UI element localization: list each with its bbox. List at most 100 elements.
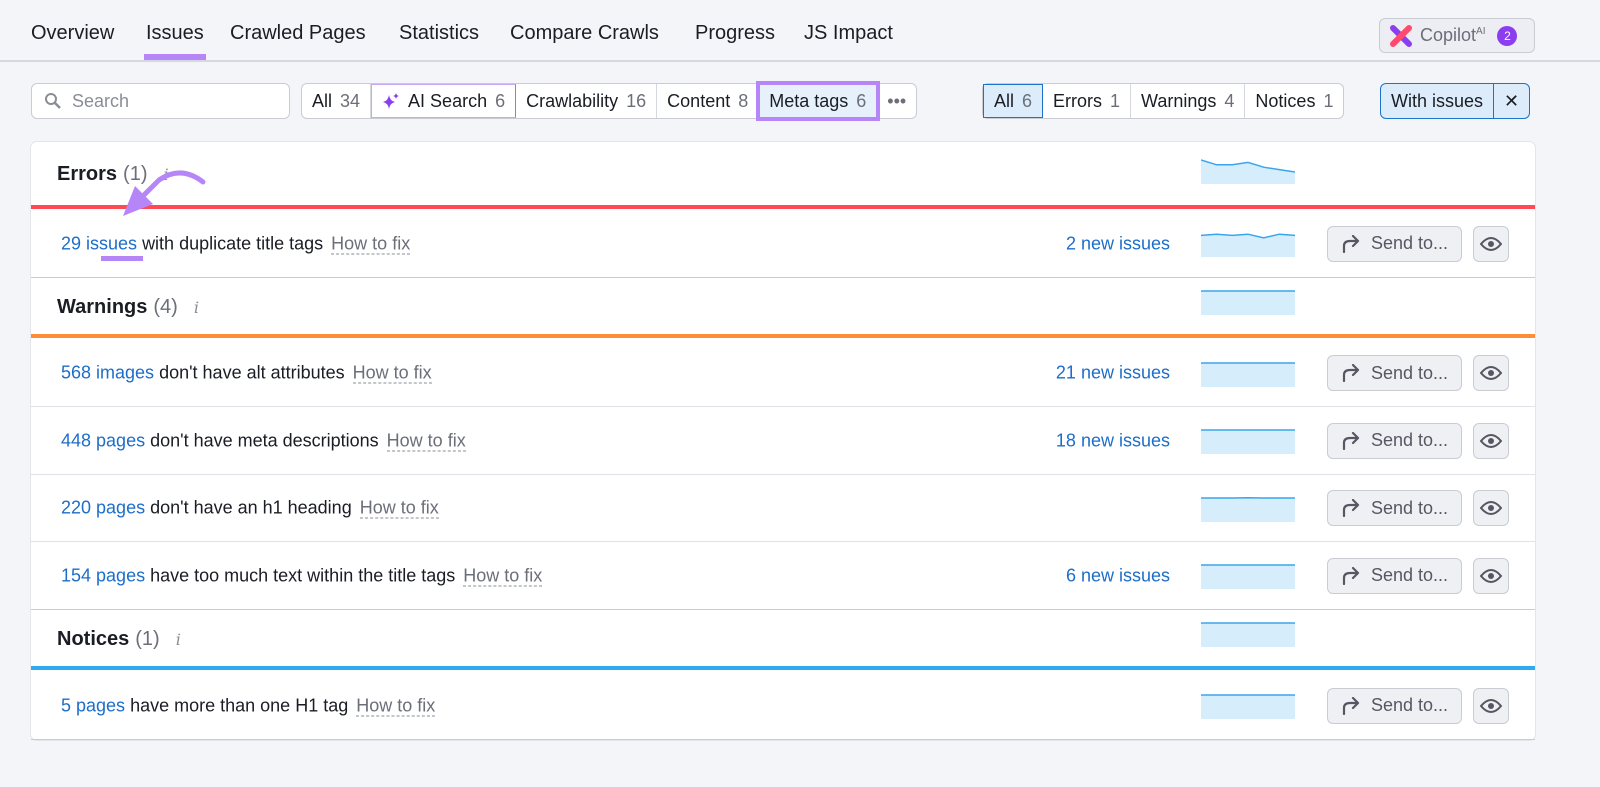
sparkline-area bbox=[1201, 362, 1295, 387]
notices-bar bbox=[31, 666, 1535, 670]
issue-row: 448 pages don't have meta descriptions Ho… bbox=[31, 407, 1535, 475]
warnings-bar bbox=[31, 334, 1535, 338]
issue-description: have too much text within the title tags bbox=[150, 565, 456, 585]
send-to-button[interactable]: Send to... bbox=[1327, 687, 1462, 724]
issue-row: 154 pages have too much text within the … bbox=[31, 542, 1535, 610]
new-issues-link[interactable]: 6 new issues bbox=[1066, 565, 1170, 586]
how-to-fix-link[interactable]: How to fix bbox=[386, 430, 466, 451]
tab-js-impact[interactable]: JS Impact bbox=[804, 22, 893, 45]
issues-card: Errors (1) i Warnings (4) i Notices (1) i 29 i… bbox=[31, 142, 1535, 740]
with-issues-filter: With issues ✕ bbox=[1380, 83, 1531, 119]
send-to-button[interactable]: Send to... bbox=[1327, 557, 1462, 594]
tab-statistics[interactable]: Statistics bbox=[399, 22, 479, 45]
category-all[interactable]: All 34 bbox=[302, 84, 372, 118]
issue-description: have more than one H1 tag bbox=[130, 695, 349, 715]
category-content[interactable]: Content 8 bbox=[657, 84, 760, 118]
send-to-button[interactable]: Send to... bbox=[1327, 355, 1462, 391]
issue-text: 154 pages have too much text within the … bbox=[61, 565, 543, 586]
issue-trend-sparkline bbox=[1201, 233, 1295, 257]
issue-trend-sparkline bbox=[1201, 694, 1295, 719]
share-arrow-icon bbox=[1342, 696, 1360, 715]
with-issues-chip[interactable]: With issues bbox=[1381, 84, 1495, 118]
severity-warnings[interactable]: Warnings 4 bbox=[1131, 84, 1246, 118]
category-meta-tags[interactable]: Meta tags 6 bbox=[756, 81, 881, 121]
how-to-fix-link[interactable]: How to fix bbox=[356, 695, 436, 716]
tab-issues[interactable]: Issues bbox=[144, 22, 206, 60]
how-to-fix-link[interactable]: How to fix bbox=[331, 233, 411, 254]
issue-count-link[interactable]: 568 images bbox=[61, 363, 154, 383]
category-ai-search[interactable]: AI Search 6 bbox=[371, 84, 517, 118]
new-issues-link[interactable]: 2 new issues bbox=[1066, 233, 1170, 254]
warnings-trend-sparkline bbox=[1201, 290, 1295, 315]
issue-trend-sparkline bbox=[1201, 361, 1295, 387]
sparkline-area bbox=[1201, 623, 1295, 647]
issue-row: 5 pages have more than one H1 tag How to … bbox=[31, 672, 1535, 740]
copilot-logo-icon bbox=[1390, 24, 1412, 47]
issue-row: 220 pages don't have an h1 heading How to… bbox=[31, 475, 1535, 542]
search-placeholder: Search bbox=[72, 90, 130, 111]
tab-overview[interactable]: Overview bbox=[31, 22, 114, 45]
how-to-fix-link[interactable]: How to fix bbox=[359, 497, 439, 519]
issue-trend-sparkline bbox=[1201, 564, 1295, 589]
copilot-label: CopilotAI bbox=[1420, 25, 1486, 45]
issue-count-link[interactable]: 220 pages bbox=[61, 498, 145, 518]
severity-filter: All 6 Errors 1 Warnings 4 Notices 1 bbox=[982, 83, 1345, 119]
issue-count-link[interactable]: 29 issues bbox=[61, 233, 137, 253]
severity-errors[interactable]: Errors 1 bbox=[1043, 84, 1132, 118]
copilot-button[interactable]: CopilotAI 2 bbox=[1379, 18, 1535, 53]
severity-all[interactable]: All 6 bbox=[983, 84, 1044, 118]
tab-progress[interactable]: Progress bbox=[695, 22, 775, 45]
sparkline-area bbox=[1201, 234, 1295, 257]
issue-trend-sparkline bbox=[1201, 429, 1295, 454]
sparkline-area bbox=[1201, 430, 1295, 454]
sparkline-area bbox=[1201, 497, 1295, 522]
eye-icon[interactable] bbox=[1473, 490, 1509, 526]
issue-description: don't have an h1 heading bbox=[150, 497, 352, 518]
eye-icon[interactable] bbox=[1473, 225, 1509, 262]
more-categories-button[interactable]: ••• bbox=[877, 84, 916, 118]
tab-compare-crawls[interactable]: Compare Crawls bbox=[510, 22, 659, 45]
eye-icon[interactable] bbox=[1473, 355, 1509, 391]
issue-count-link[interactable]: 448 pages bbox=[61, 430, 145, 450]
errors-trend-sparkline bbox=[1201, 159, 1295, 184]
issue-row: 29 issues with duplicate title tags How t… bbox=[31, 210, 1535, 278]
errors-bar bbox=[31, 205, 1535, 209]
clear-filter-button[interactable]: ✕ bbox=[1494, 84, 1529, 118]
severity-notices[interactable]: Notices 1 bbox=[1245, 84, 1343, 118]
tab-crawled-pages[interactable]: Crawled Pages bbox=[230, 22, 366, 45]
new-issues-link[interactable]: 21 new issues bbox=[1056, 363, 1170, 384]
eye-icon[interactable] bbox=[1473, 557, 1509, 594]
category-filter: All 34 AI Search 6 Crawlability 16 Content 8… bbox=[301, 81, 918, 121]
share-arrow-icon bbox=[1342, 431, 1360, 450]
share-arrow-icon bbox=[1342, 234, 1360, 253]
send-to-button[interactable]: Send to... bbox=[1327, 225, 1462, 262]
share-arrow-icon bbox=[1342, 364, 1360, 382]
send-to-button[interactable]: Send to... bbox=[1327, 422, 1462, 459]
issue-description: with duplicate title tags bbox=[142, 233, 324, 253]
how-to-fix-link[interactable]: How to fix bbox=[463, 565, 543, 586]
share-arrow-icon bbox=[1342, 499, 1360, 517]
category-crawlability[interactable]: Crawlability 16 bbox=[516, 84, 658, 118]
copilot-badge: 2 bbox=[1497, 25, 1518, 46]
info-icon[interactable]: i bbox=[176, 630, 181, 649]
issue-count-link[interactable]: 154 pages bbox=[61, 565, 145, 585]
errors-header: Errors (1) i bbox=[57, 162, 169, 185]
eye-icon[interactable] bbox=[1473, 687, 1509, 724]
how-to-fix-link[interactable]: How to fix bbox=[352, 362, 432, 384]
notices-trend-sparkline bbox=[1201, 622, 1295, 647]
issue-row: 568 images don't have alt attributes How … bbox=[31, 340, 1535, 407]
search-icon bbox=[45, 93, 61, 109]
issue-description: don't have alt attributes bbox=[159, 362, 345, 383]
issue-text: 29 issues with duplicate title tags How t… bbox=[61, 233, 411, 254]
eye-icon[interactable] bbox=[1473, 422, 1509, 459]
sparkline-area bbox=[1201, 565, 1295, 589]
sparkle-icon bbox=[383, 93, 400, 109]
send-to-button[interactable]: Send to... bbox=[1327, 490, 1462, 526]
issue-count-link[interactable]: 5 pages bbox=[61, 695, 125, 715]
info-icon[interactable]: i bbox=[194, 298, 199, 317]
search-input[interactable]: Search bbox=[31, 83, 290, 119]
issue-text: 448 pages don't have meta descriptions Ho… bbox=[61, 430, 466, 451]
new-issues-link[interactable]: 18 new issues bbox=[1056, 430, 1170, 451]
issue-text: 568 images don't have alt attributes How … bbox=[61, 362, 432, 384]
share-arrow-icon bbox=[1342, 566, 1360, 585]
